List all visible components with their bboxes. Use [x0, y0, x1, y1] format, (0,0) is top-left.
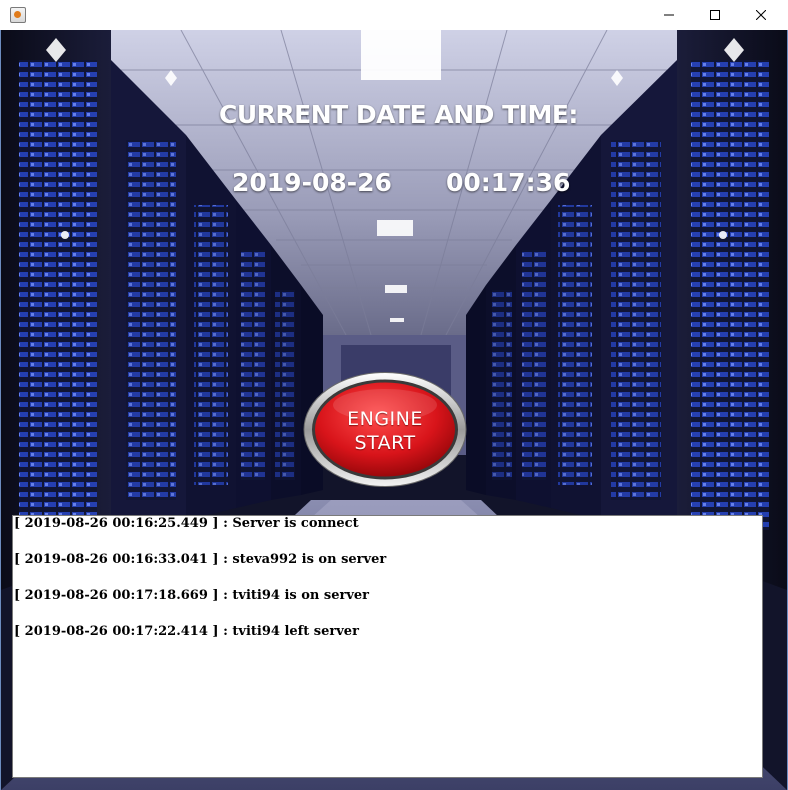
current-time: 00:17:36	[446, 168, 571, 197]
maximize-button[interactable]	[692, 0, 738, 30]
log-line: [ 2019-08-26 00:17:22.414 ] : tviti94 le…	[14, 624, 359, 639]
title-bar	[0, 0, 788, 30]
maximize-icon	[710, 10, 720, 20]
close-button[interactable]	[738, 0, 784, 30]
log-text-area[interactable]: [ 2019-08-26 00:16:25.449 ] : Server is …	[12, 515, 763, 778]
main-panel: CURRENT DATE AND TIME: 2019-08-26 00:17:…	[1, 30, 787, 790]
date-time-heading: CURRENT DATE AND TIME:	[219, 100, 578, 129]
engine-button-line1: ENGINE	[347, 408, 423, 430]
engine-start-button[interactable]: ENGINE START	[303, 371, 467, 488]
engine-button-line2: START	[354, 432, 416, 454]
log-line: [ 2019-08-26 00:17:18.669 ] : tviti94 is…	[14, 588, 370, 603]
close-icon	[756, 10, 766, 20]
java-cup-icon	[10, 7, 26, 23]
log-line: [ 2019-08-26 00:16:25.449 ] : Server is …	[14, 516, 359, 531]
minimize-icon	[664, 14, 674, 16]
current-date: 2019-08-26	[232, 168, 392, 197]
minimize-button[interactable]	[646, 0, 692, 30]
log-line: [ 2019-08-26 00:16:33.041 ] : steva992 i…	[14, 552, 387, 567]
